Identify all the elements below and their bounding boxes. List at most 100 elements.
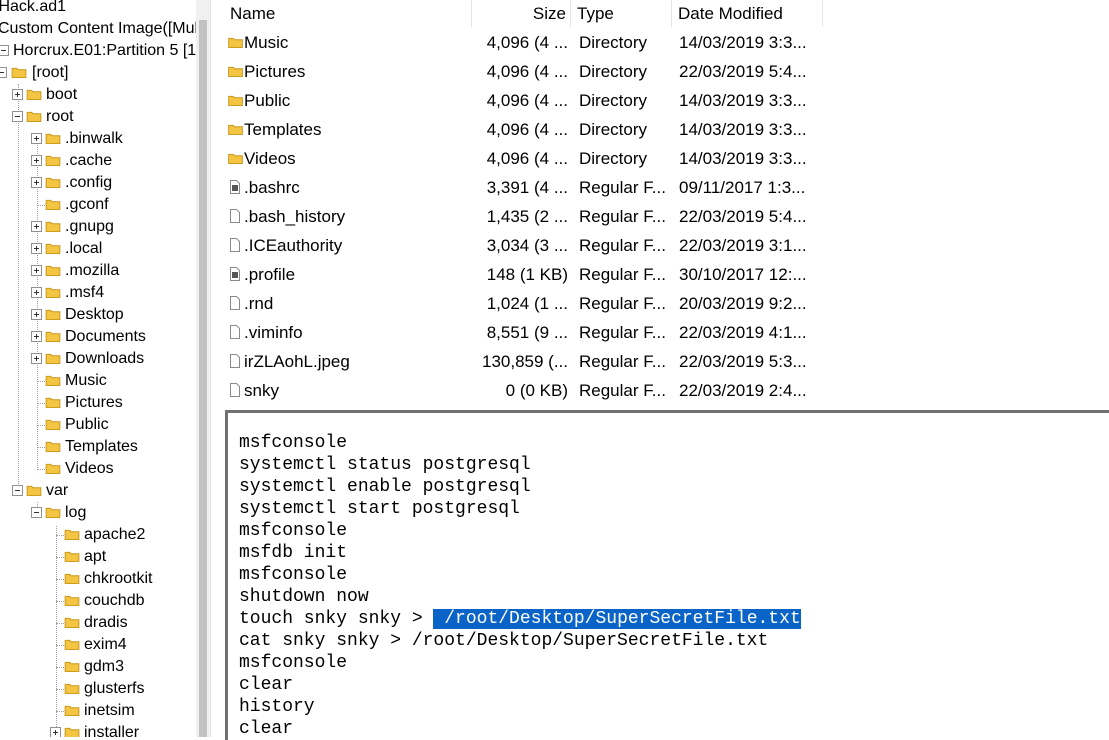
column-header-date-modified[interactable]: Date Modified — [672, 0, 823, 27]
content-line-text: systemctl enable postgresql — [239, 477, 531, 497]
tree-node[interactable]: Downloads — [0, 348, 196, 370]
tree-node[interactable]: Music — [0, 370, 196, 392]
expand-toggle-icon[interactable] — [31, 353, 42, 364]
collapse-toggle-icon[interactable] — [12, 111, 23, 122]
expand-toggle-icon[interactable] — [50, 727, 61, 737]
file-size: 4,096 (4 ... — [486, 91, 568, 110]
tree-node[interactable]: root — [0, 106, 196, 128]
content-line: shutdown now — [239, 586, 369, 608]
file-date-modified: 09/11/2017 1:3... — [679, 178, 806, 197]
tree-node[interactable]: [root] — [0, 62, 196, 84]
tree-node[interactable]: inetsim — [0, 700, 196, 722]
tree-node[interactable]: installer — [0, 722, 196, 737]
expand-toggle-icon[interactable] — [31, 177, 42, 188]
file-list-row[interactable]: .rnd 1,024 (1 ... Regular F... 20/03/2019 9… — [224, 289, 824, 318]
tree-node[interactable]: Documents — [0, 326, 196, 348]
evidence-tree[interactable]: tHack.ad1 Custom Content Image([Mul Horcru… — [0, 0, 196, 737]
tree-node[interactable]: Public — [0, 414, 196, 436]
file-list-row[interactable]: Music 4,096 (4 ... Directory 14/03/2019 3:3… — [224, 28, 824, 57]
tree-node[interactable]: dradis — [0, 612, 196, 634]
tree-node[interactable]: .msf4 — [0, 282, 196, 304]
tree-node-label: .binwalk — [65, 130, 123, 147]
tree-node[interactable]: Custom Content Image([Mul — [0, 18, 196, 40]
tree-node[interactable]: exim4 — [0, 634, 196, 656]
column-header-name[interactable]: Name — [224, 0, 472, 27]
file-list-row[interactable]: .ICEauthority 3,034 (3 ... Regular F... 22/… — [224, 231, 824, 260]
tree-node[interactable]: .binwalk — [0, 128, 196, 150]
file-list-row[interactable]: Public 4,096 (4 ... Directory 14/03/2019 3:… — [224, 86, 824, 115]
tree-guide-branch — [37, 403, 45, 404]
tree-node[interactable]: .gnupg — [0, 216, 196, 238]
column-header-type[interactable]: Type — [571, 0, 672, 27]
expand-toggle-icon[interactable] — [31, 287, 42, 298]
file-size: 3,391 (4 ... — [486, 178, 568, 197]
tree-node-label: Videos — [65, 460, 114, 477]
file-list-row[interactable]: .profile 148 (1 KB) Regular F... 30/10/2017… — [224, 260, 824, 289]
tree-guide-branch — [56, 557, 64, 558]
tree-node-label: glusterfs — [84, 680, 145, 697]
tree-node[interactable]: var — [0, 480, 196, 502]
folder-icon — [26, 485, 42, 496]
expand-toggle-icon[interactable] — [31, 221, 42, 232]
tree-node[interactable]: Videos — [0, 458, 196, 480]
file-name: .bash_history — [244, 207, 346, 226]
tree-node[interactable]: Horcrux.E01:Partition 5 [1 — [0, 40, 196, 62]
expand-toggle-icon[interactable] — [31, 243, 42, 254]
expand-toggle-icon[interactable] — [31, 265, 42, 276]
column-header-size[interactable]: Size — [472, 0, 571, 27]
file-size: 3,034 (3 ... — [486, 236, 568, 255]
content-line-text: history — [239, 697, 315, 717]
pane-splitter[interactable] — [210, 0, 225, 737]
tree-node-label: Custom Content Image([Mul — [0, 20, 196, 37]
tree-node[interactable]: chkrootkit — [0, 568, 196, 590]
file-icon — [230, 209, 240, 223]
collapse-toggle-icon[interactable] — [12, 485, 23, 496]
file-size: 1,024 (1 ... — [486, 294, 568, 313]
tree-node[interactable]: Templates — [0, 436, 196, 458]
file-list-row[interactable]: Videos 4,096 (4 ... Directory 14/03/2019 3:… — [224, 144, 824, 173]
file-type: Directory — [579, 120, 648, 139]
file-list-row[interactable]: Pictures 4,096 (4 ... Directory 22/03/2019 … — [224, 57, 824, 86]
expand-toggle-icon[interactable] — [31, 331, 42, 342]
tree-node[interactable]: gdm3 — [0, 656, 196, 678]
content-line-text: clear — [239, 675, 294, 695]
content-line-text: msfconsole — [239, 433, 348, 453]
expand-toggle-icon[interactable] — [31, 309, 42, 320]
tree-node[interactable]: couchdb — [0, 590, 196, 612]
tree-node[interactable]: Desktop — [0, 304, 196, 326]
expand-toggle-icon[interactable] — [31, 133, 42, 144]
tree-node[interactable]: .cache — [0, 150, 196, 172]
tree-node[interactable]: .mozilla — [0, 260, 196, 282]
file-date-modified: 22/03/2019 5:4... — [679, 62, 807, 81]
file-list-row[interactable]: Templates 4,096 (4 ... Directory 14/03/2019… — [224, 115, 824, 144]
tree-node[interactable]: Pictures — [0, 392, 196, 414]
expand-toggle-icon[interactable] — [31, 155, 42, 166]
file-list-row[interactable]: .bash_history 1,435 (2 ... Regular F... 22/… — [224, 202, 824, 231]
tree-node[interactable]: .local — [0, 238, 196, 260]
content-line: clear — [239, 674, 293, 696]
tree-node[interactable]: .config — [0, 172, 196, 194]
selected-text[interactable]: /root/Desktop/SuperSecretFile.txt — [433, 609, 801, 629]
expand-toggle-icon[interactable] — [12, 89, 23, 100]
tree-node[interactable]: apache2 — [0, 524, 196, 546]
file-list-row[interactable]: irZLAohL.jpeg 130,859 (... Regular F... 22/… — [224, 347, 824, 376]
file-list-row[interactable]: .bashrc 3,391 (4 ... Regular F... 09/11/201… — [224, 173, 824, 202]
file-content-viewer[interactable]: msfconsole systemctl status postgresql sys… — [225, 410, 1109, 740]
tree-node[interactable]: log — [0, 502, 196, 524]
file-size: 4,096 (4 ... — [486, 33, 568, 52]
tree-scrollbar[interactable] — [196, 0, 210, 737]
tree-node[interactable]: boot — [0, 84, 196, 106]
tree-node[interactable]: glusterfs — [0, 678, 196, 700]
content-line: touch snky snky > /root/Desktop/SuperSec… — [239, 608, 801, 630]
tree-node[interactable]: tHack.ad1 — [0, 0, 196, 18]
collapse-toggle-icon[interactable] — [0, 67, 7, 78]
tree-guide-branch — [37, 469, 45, 470]
file-list-row[interactable]: snky 0 (0 KB) Regular F... 22/03/2019 2:4..… — [224, 376, 824, 405]
tree-scrollbar-thumb[interactable] — [199, 20, 207, 737]
collapse-toggle-icon[interactable] — [0, 45, 9, 56]
file-list-row[interactable]: .viminfo 8,551 (9 ... Regular F... 22/03/20… — [224, 318, 824, 347]
collapse-toggle-icon[interactable] — [31, 507, 42, 518]
tree-node[interactable]: apt — [0, 546, 196, 568]
tree-node[interactable]: .gconf — [0, 194, 196, 216]
file-size: 8,551 (9 ... — [486, 323, 568, 342]
